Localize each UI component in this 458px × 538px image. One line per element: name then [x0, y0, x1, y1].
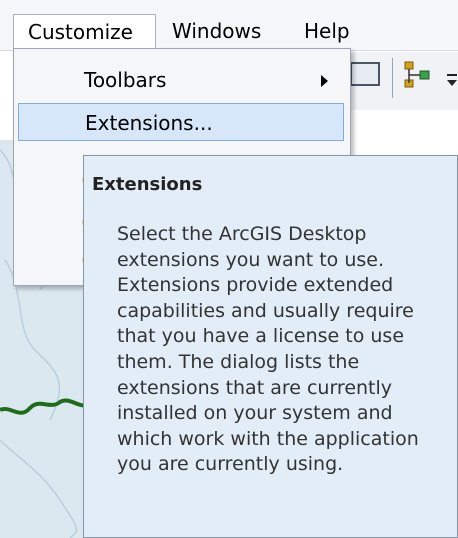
tooltip-line: them. The dialog lists the	[117, 350, 360, 373]
menu-help[interactable]: Help	[290, 14, 364, 48]
extensions-tooltip: Extensions Select the ArcGIS Desktop ext…	[83, 155, 458, 538]
chevron-down-icon[interactable]	[446, 72, 458, 88]
tooltip-line: extensions you want to use.	[117, 248, 385, 271]
tooltip-body: Select the ArcGIS Desktop extensions you…	[117, 222, 455, 478]
tooltip-line: that you have a license to use	[117, 325, 405, 348]
tooltip-line: Select the ArcGIS Desktop	[117, 223, 367, 245]
menu-windows[interactable]: Windows	[158, 14, 275, 48]
tooltip-line: which work with the application	[117, 427, 419, 450]
tooltip-line: installed on your system and	[117, 402, 393, 425]
menu-item-toolbars[interactable]: Toolbars	[18, 61, 344, 99]
model-builder-icon[interactable]	[403, 60, 431, 90]
menu-item-extensions[interactable]: Extensions...	[18, 103, 344, 141]
tooltip-line: capabilities and usually require	[117, 299, 414, 322]
submenu-arrow-icon	[321, 75, 328, 87]
tooltip-line: you are currently using.	[117, 453, 344, 476]
menu-bar: Customize Windows Help	[0, 0, 458, 51]
tooltip-title: Extensions	[92, 174, 203, 195]
menu-item-label: Extensions...	[85, 111, 213, 135]
tooltip-line: extensions that are currently	[117, 376, 393, 399]
menu-item-label: Toolbars	[84, 68, 167, 92]
toolbar-separator	[392, 58, 393, 98]
tooltip-line: Extensions provide extended	[117, 274, 394, 297]
menu-customize[interactable]: Customize	[13, 14, 156, 50]
window-icon[interactable]	[350, 62, 380, 86]
